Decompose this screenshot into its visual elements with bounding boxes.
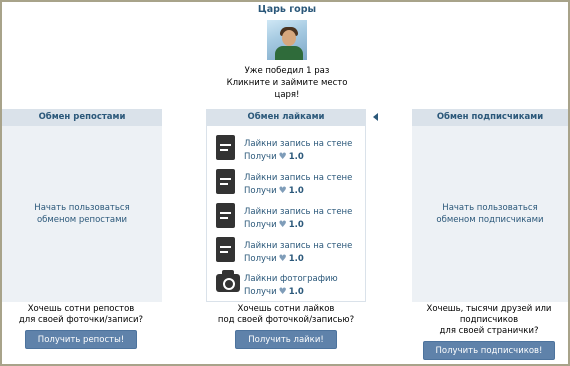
task-reward: Получи ♥ 1.0 [244,152,304,162]
king-title: Царь горы [257,4,317,15]
task-reward: Получи ♥ 1.0 [244,287,304,297]
likes-promo-line-1: Хочешь сотни лайков [237,304,335,314]
avatar-face [282,30,296,46]
reposts-start-line-2: обменом репостами [36,215,128,225]
task-title[interactable]: Лайкни запись на стене [244,241,352,251]
likes-promo-line-2: под своей фоточкой/записью? [217,315,355,325]
heart-icon: ♥ [278,287,287,297]
task-title[interactable]: Лайкни запись на стене [244,207,352,217]
task-reward: Получи ♥ 1.0 [244,186,304,196]
subscribers-start-link[interactable]: Начать пользоваться обменом подписчиками [412,126,568,302]
king-info[interactable]: Уже победил 1 раз Кликните и займите мес… [2,65,570,101]
reposts-promo: Хочешь сотни репостов для своей фоточки/… [0,304,176,349]
heart-icon: ♥ [278,254,287,264]
subscribers-promo-line-1: Хочешь, тысячи друзей или [426,304,552,314]
subscribers-promo-line-3: для своей странички? [439,326,539,336]
subscribers-start-line-2: обменом подписчиками [436,215,544,225]
task-title[interactable]: Лайкни запись на стене [244,173,352,183]
subscribers-promo: Хочешь, тысячи друзей или подписчиков дл… [394,304,570,360]
document-icon [216,169,236,195]
task-reward: Получи ♥ 1.0 [244,220,304,230]
reposts-promo-line-2: для своей фоточки/записи? [18,315,144,325]
reposts-start-line-1: Начать пользоваться [34,203,130,213]
avatar-shirt [275,46,303,60]
subscribers-start-line-1: Начать пользоваться [442,203,538,213]
king-avatar[interactable] [267,20,307,60]
camera-icon [216,270,240,296]
heart-icon: ♥ [278,186,287,196]
task-title[interactable]: Лайкни фотографию [244,274,338,284]
heart-icon: ♥ [278,220,287,230]
king-of-hill: Царь горы Уже победил 1 раз Кликните и з… [2,4,570,101]
king-cta-text-1: Кликните и займите место [226,78,348,88]
app-frame: Царь горы Уже победил 1 раз Кликните и з… [0,0,570,366]
likes-panel: Обмен лайками Лайкни запись на стене Пол… [206,109,366,302]
document-icon [216,203,236,229]
reposts-header: Обмен репостами [2,109,162,126]
document-icon [216,237,236,263]
get-reposts-button[interactable]: Получить репосты! [24,330,138,349]
subscribers-promo-line-2: подписчиков [459,315,519,325]
subscribers-panel: Обмен подписчиками Начать пользоваться о… [412,109,568,302]
king-wins-text: Уже победил 1 раз [244,66,330,76]
reposts-panel: Обмен репостами Начать пользоваться обме… [2,109,162,302]
arrow-left-icon[interactable] [373,113,378,121]
get-likes-button[interactable]: Получить лайки! [235,330,337,349]
task-title[interactable]: Лайкни запись на стене [244,139,352,149]
subscribers-header: Обмен подписчиками [412,109,568,126]
get-subscribers-button[interactable]: Получить подписчиков! [422,341,556,360]
task-reward: Получи ♥ 1.0 [244,254,304,264]
reposts-promo-line-1: Хочешь сотни репостов [27,304,135,314]
heart-icon: ♥ [278,152,287,162]
reposts-start-link[interactable]: Начать пользоваться обменом репостами [2,126,162,302]
likes-promo: Хочешь сотни лайков под своей фоточкой/з… [191,304,381,349]
king-cta-text-2: царя! [274,90,300,100]
likes-header: Обмен лайками [206,109,366,126]
document-icon [216,135,236,161]
